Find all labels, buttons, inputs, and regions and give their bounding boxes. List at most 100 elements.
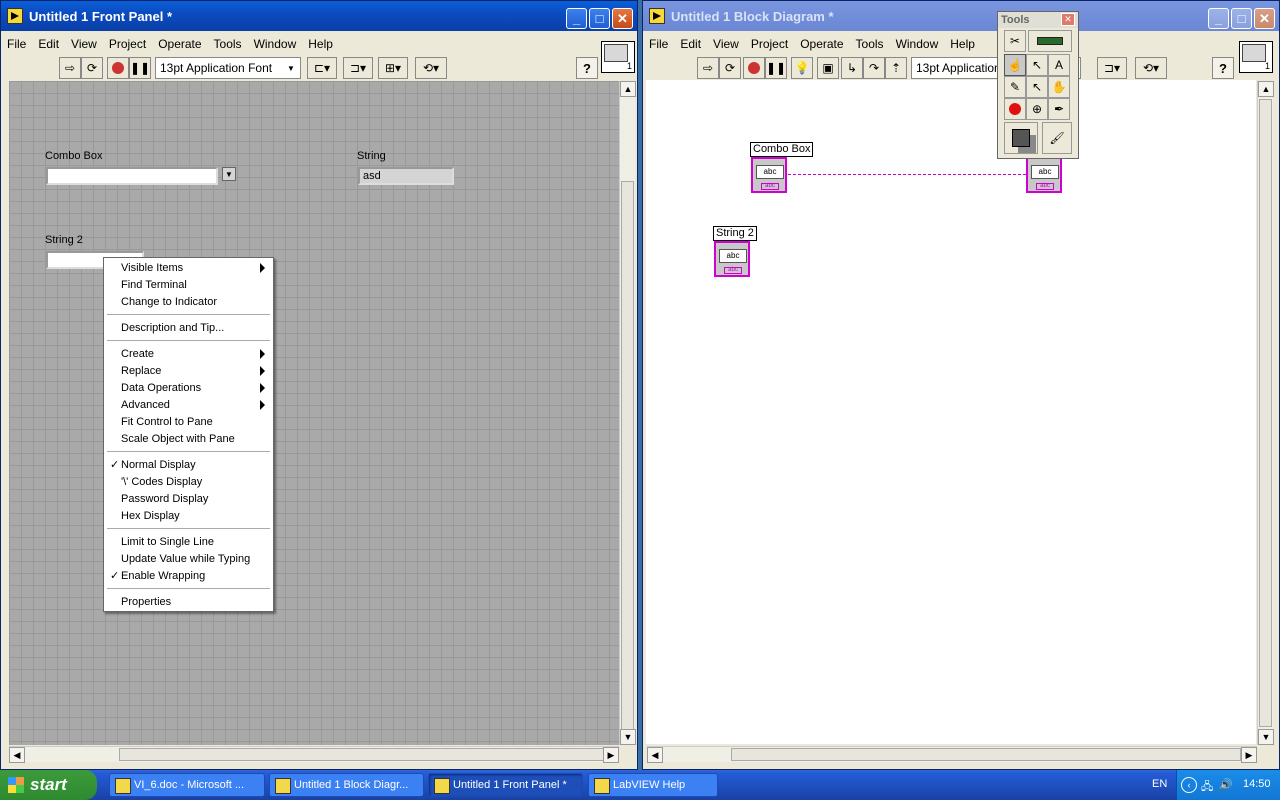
menu-item-description-and-tip[interactable]: Description and Tip... — [121, 321, 224, 335]
color-copy-icon[interactable] — [1004, 122, 1038, 154]
reorder-icon[interactable]: ⟲▾ — [1135, 57, 1167, 79]
step-over-icon[interactable]: ↷ — [863, 57, 885, 79]
volume-icon[interactable]: 🔊 — [1219, 778, 1233, 791]
menu-item-fit-control-to-pane[interactable]: Fit Control to Pane — [121, 415, 213, 429]
operate-hand-icon[interactable]: ☝ — [1004, 54, 1026, 76]
menu-file[interactable]: File — [649, 37, 668, 51]
menu-project[interactable]: Project — [751, 37, 788, 51]
wiring-spool-icon[interactable]: ✎ — [1004, 76, 1026, 98]
maximize-button[interactable]: □ — [589, 8, 610, 29]
resize-objects-icon[interactable]: ⊞▾ — [378, 57, 408, 79]
font-select[interactable]: 13pt Application Font ▼ — [155, 57, 301, 79]
front-panel-titlebar[interactable]: Untitled 1 Front Panel * _ □ ✕ — [1, 1, 637, 31]
eyedropper-icon[interactable]: ✒ — [1048, 98, 1070, 120]
highlight-execution-icon[interactable]: 💡 — [791, 57, 813, 79]
clock[interactable]: 14:50 — [1243, 778, 1271, 790]
distribute-objects-icon[interactable]: ⊐▾ — [343, 57, 373, 79]
pause-icon[interactable]: ❚❚ — [129, 57, 151, 79]
breakpoint-icon[interactable] — [1004, 98, 1026, 120]
menu-project[interactable]: Project — [109, 37, 146, 51]
menu-operate[interactable]: Operate — [158, 37, 201, 51]
menu-view[interactable]: View — [713, 37, 739, 51]
menu-item-create[interactable]: Create — [121, 347, 154, 361]
reorder-icon[interactable]: ⟲▾ — [415, 57, 447, 79]
close-button[interactable]: ✕ — [1254, 8, 1275, 29]
menu-item-codes-display[interactable]: '\' Codes Display — [121, 475, 202, 489]
align-objects-icon[interactable]: ⊏▾ — [307, 57, 337, 79]
hscroll-thumb[interactable] — [119, 748, 605, 761]
hscroll-thumb[interactable] — [731, 748, 1241, 761]
close-icon[interactable]: ✕ — [1061, 13, 1075, 26]
retain-wire-values-icon[interactable]: ▣ — [817, 57, 839, 79]
abort-icon[interactable] — [107, 57, 129, 79]
text-tool-icon[interactable]: A — [1048, 54, 1070, 76]
minimize-button[interactable]: _ — [1208, 8, 1229, 29]
paintbrush-icon[interactable]: 🖌 — [1042, 122, 1072, 154]
block-diagram-hscrollbar[interactable]: ◀ ▶ — [647, 746, 1257, 763]
abort-icon[interactable] — [743, 57, 765, 79]
menu-item-visible-items[interactable]: Visible Items — [121, 261, 183, 275]
step-out-icon[interactable]: ⇡ — [885, 57, 907, 79]
combo-box-terminal[interactable]: abc abc — [751, 157, 787, 193]
run-continuously-icon[interactable]: ⟳ — [719, 57, 741, 79]
minimize-button[interactable]: _ — [566, 8, 587, 29]
close-button[interactable]: ✕ — [612, 8, 633, 29]
scroll-right-icon[interactable]: ▶ — [1241, 747, 1257, 763]
auto-select-indicator-icon[interactable] — [1028, 30, 1072, 52]
tray-expand-icon[interactable]: ‹ — [1181, 777, 1197, 793]
menu-window[interactable]: Window — [896, 37, 939, 51]
run-arrow-icon[interactable]: ⇨ — [59, 57, 81, 79]
menu-item-update-value-while-typing[interactable]: Update Value while Typing — [121, 552, 250, 566]
string-terminal[interactable]: abc abc — [1026, 157, 1062, 193]
position-arrow-icon[interactable]: ↖ — [1026, 54, 1048, 76]
menu-item-hex-display[interactable]: Hex Display — [121, 509, 180, 523]
menu-edit[interactable]: Edit — [680, 37, 701, 51]
task-front-panel[interactable]: Untitled 1 Front Panel * — [428, 773, 583, 797]
scroll-hand-icon[interactable]: ✋ — [1048, 76, 1070, 98]
scroll-left-icon[interactable]: ◀ — [9, 747, 25, 763]
menu-item-properties[interactable]: Properties — [121, 595, 171, 609]
pause-icon[interactable]: ❚❚ — [765, 57, 787, 79]
combo-box-dropdown-icon[interactable]: ▼ — [222, 167, 236, 181]
menu-window[interactable]: Window — [254, 37, 297, 51]
scroll-up-icon[interactable]: ▲ — [620, 81, 636, 97]
vscroll-thumb[interactable] — [1259, 99, 1272, 727]
block-diagram-titlebar[interactable]: Untitled 1 Block Diagram * _ □ ✕ — [643, 1, 1279, 31]
language-indicator[interactable]: EN — [1152, 778, 1167, 790]
task-word-doc[interactable]: VI_6.doc - Microsoft ... — [109, 773, 265, 797]
menu-item-password-display[interactable]: Password Display — [121, 492, 208, 506]
front-panel-vscrollbar[interactable]: ▲ ▼ — [619, 81, 636, 745]
menu-file[interactable]: File — [7, 37, 26, 51]
menu-help[interactable]: Help — [950, 37, 975, 51]
scroll-up-icon[interactable]: ▲ — [1258, 81, 1274, 97]
menu-item-replace[interactable]: Replace — [121, 364, 161, 378]
string2-terminal[interactable]: abc abc — [714, 241, 750, 277]
task-block-diagram[interactable]: Untitled 1 Block Diagr... — [269, 773, 424, 797]
menu-tools[interactable]: Tools — [214, 37, 242, 51]
menu-item-limit-to-single-line[interactable]: Limit to Single Line — [121, 535, 214, 549]
start-button[interactable]: start — [0, 770, 97, 800]
vscroll-thumb[interactable] — [621, 181, 634, 741]
run-arrow-icon[interactable]: ⇨ — [697, 57, 719, 79]
menu-edit[interactable]: Edit — [38, 37, 59, 51]
maximize-button[interactable]: □ — [1231, 8, 1252, 29]
string-wire[interactable] — [788, 174, 1026, 175]
front-panel-canvas[interactable]: Combo Box ▼ String asd String 2 — [9, 81, 619, 745]
scroll-right-icon[interactable]: ▶ — [603, 747, 619, 763]
step-into-icon[interactable]: ↳ — [841, 57, 863, 79]
menu-help[interactable]: Help — [308, 37, 333, 51]
shortcut-menu-icon[interactable]: ↖ — [1026, 76, 1048, 98]
menu-item-find-terminal[interactable]: Find Terminal — [121, 278, 187, 292]
help-icon[interactable]: ? — [576, 57, 598, 79]
combo-box-input[interactable] — [46, 167, 218, 185]
block-diagram-vscrollbar[interactable]: ▲ ▼ — [1257, 81, 1274, 745]
menu-item-enable-wrapping[interactable]: Enable Wrapping — [121, 569, 205, 583]
menu-item-change-to-indicator[interactable]: Change to Indicator — [121, 295, 217, 309]
block-diagram-canvas[interactable] — [646, 80, 1256, 744]
menu-item-normal-display[interactable]: Normal Display — [121, 458, 196, 472]
menu-item-data-operations[interactable]: Data Operations — [121, 381, 201, 395]
scroll-left-icon[interactable]: ◀ — [647, 747, 663, 763]
scroll-down-icon[interactable]: ▼ — [1258, 729, 1274, 745]
menu-item-scale-object-with-pane[interactable]: Scale Object with Pane — [121, 432, 235, 446]
menu-operate[interactable]: Operate — [800, 37, 843, 51]
